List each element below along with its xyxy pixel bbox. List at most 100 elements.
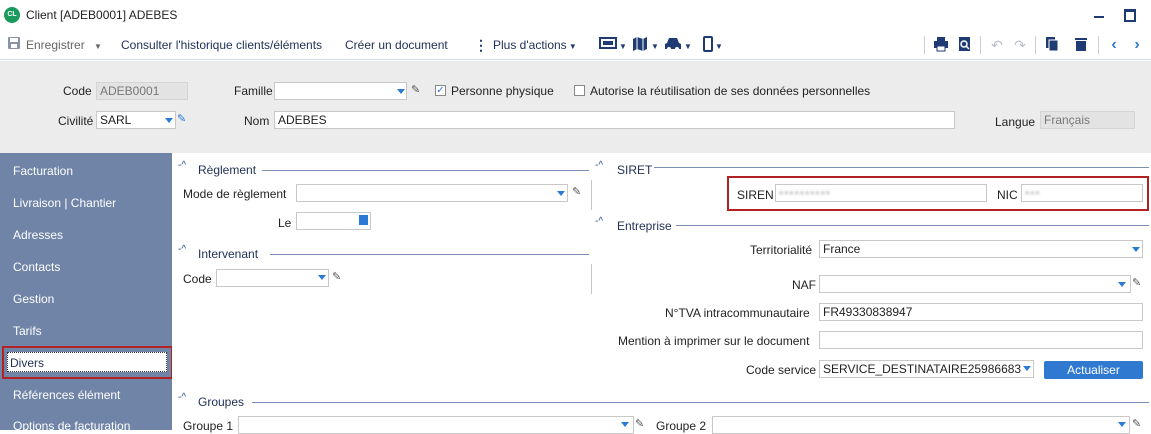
collapse-caret-icon[interactable]: -^ [178, 160, 186, 171]
previous-icon[interactable]: ‹ [1105, 36, 1123, 54]
more-actions-button[interactable]: Plus d'actions ▼ [493, 38, 577, 52]
highlight-annotation [727, 176, 1149, 211]
nom-field[interactable]: ADEBES [274, 111, 955, 129]
naf-select[interactable] [819, 275, 1131, 293]
sidebar-item-gestion[interactable]: Gestion [13, 292, 54, 306]
map-icon[interactable] [631, 36, 649, 54]
groupe1-label: Groupe 1 [183, 419, 234, 433]
sidebar-item-livraison[interactable]: Livraison | Chantier [13, 196, 116, 210]
app-logo-icon: CL [4, 7, 20, 23]
langue-label: Langue [995, 115, 1036, 129]
edit-pencil-icon[interactable]: ✎ [635, 417, 644, 430]
copy-icon[interactable] [1043, 36, 1061, 54]
dropdown-caret-icon [1118, 282, 1126, 287]
chevron-down-icon: ▼ [715, 42, 723, 51]
chevron-down-icon: ▼ [619, 42, 627, 51]
tva-label: N°TVA intracommunautaire [665, 306, 810, 320]
more-actions-label: Plus d'actions [493, 38, 567, 52]
save-icon [5, 36, 23, 54]
sidebar-item-references[interactable]: Références élément [13, 388, 120, 402]
sidebar-item-facturation[interactable]: Facturation [13, 164, 73, 178]
dropdown-caret-icon [621, 422, 629, 427]
toolbar-divider [1098, 36, 1099, 54]
delete-icon[interactable] [1072, 36, 1090, 54]
code-field: ADEB0001 [96, 82, 188, 100]
famille-select[interactable] [274, 82, 407, 100]
toolbar: Enregistrer ▼ Consulter l'historique cli… [0, 30, 1151, 60]
section-divider [654, 167, 1149, 168]
mode-reglement-select[interactable] [296, 184, 568, 202]
window-title: Client [ADEB0001] ADEBES [26, 8, 178, 22]
intervenant-code-label: Code [183, 272, 212, 286]
edit-pencil-icon[interactable]: ✎ [332, 270, 341, 283]
code-label: Code [63, 84, 92, 98]
dropdown-caret-icon [165, 118, 173, 123]
toolbar-divider [924, 36, 925, 54]
sidebar-item-options-facturation[interactable]: Options de facturation [13, 419, 130, 433]
maximize-button[interactable] [1118, 4, 1140, 24]
layout-view-icon[interactable] [599, 36, 617, 54]
collapse-caret-icon[interactable]: -^ [595, 160, 603, 171]
dropdown-caret-icon [1118, 422, 1126, 427]
save-label: Enregistrer [26, 38, 85, 52]
sidebar-item-contacts[interactable]: Contacts [13, 260, 60, 274]
edit-pencil-icon[interactable]: ✎ [177, 112, 186, 125]
collapse-caret-icon[interactable]: -^ [595, 216, 603, 227]
personne-physique-label: Personne physique [451, 84, 554, 98]
mention-field[interactable] [819, 331, 1143, 349]
calendar-icon[interactable] [359, 215, 368, 225]
entreprise-title: Entreprise [617, 219, 672, 233]
collapse-caret-icon[interactable]: -^ [178, 244, 186, 255]
chevron-down-icon: ▼ [94, 42, 102, 51]
reglement-title: Règlement [198, 163, 257, 177]
code-service-select[interactable]: SERVICE_DESTINATAIRE25986683 [819, 360, 1034, 378]
edit-pencil-icon[interactable]: ✎ [1132, 417, 1141, 430]
car-icon[interactable] [664, 36, 682, 54]
mention-label: Mention à imprimer sur le document [618, 334, 810, 348]
highlight-annotation [2, 346, 173, 379]
print-icon[interactable] [932, 36, 950, 54]
section-divider [270, 254, 589, 255]
edit-pencil-icon[interactable]: ✎ [1132, 276, 1141, 289]
column-divider [591, 180, 592, 210]
civilite-select[interactable]: SARL [96, 111, 176, 129]
column-divider [591, 264, 592, 294]
title-bar: CL Client [ADEB0001] ADEBES [0, 0, 1151, 30]
minimize-button[interactable] [1088, 4, 1110, 24]
groupes-title: Groupes [198, 395, 245, 409]
section-divider [676, 225, 1149, 226]
sidebar-item-tarifs[interactable]: Tarifs [13, 324, 42, 338]
groupe2-select[interactable] [712, 416, 1130, 434]
edit-pencil-icon[interactable]: ✎ [411, 83, 420, 96]
history-button[interactable]: Consulter l'historique clients/éléments [121, 38, 322, 52]
actualiser-button[interactable]: Actualiser [1044, 361, 1143, 379]
undo-icon[interactable]: ↶ [988, 36, 1006, 54]
dropdown-caret-icon [557, 191, 565, 196]
toolbar-divider [1035, 36, 1036, 54]
create-document-button[interactable]: Créer un document [345, 38, 448, 52]
groupe1-select[interactable] [238, 416, 634, 434]
tva-field[interactable]: FR49330838947 [819, 303, 1143, 321]
civilite-label: Civilité [58, 114, 94, 128]
dropdown-caret-icon [1132, 247, 1140, 252]
next-icon[interactable]: › [1128, 36, 1146, 54]
reuse-data-checkbox[interactable] [574, 85, 585, 96]
sidebar-item-adresses[interactable]: Adresses [13, 228, 63, 242]
section-divider [252, 402, 1149, 403]
collapse-caret-icon[interactable]: -^ [178, 392, 186, 403]
dropdown-caret-icon [397, 89, 405, 94]
famille-label: Famille [234, 84, 273, 98]
edit-pencil-icon[interactable]: ✎ [572, 185, 581, 198]
langue-field: Français [1040, 111, 1135, 129]
personne-physique-checkbox[interactable]: ✓ [435, 85, 446, 96]
toolbar-divider [980, 36, 981, 54]
section-divider [262, 170, 589, 171]
kebab-menu-icon: ⋮ [474, 37, 488, 53]
code-service-label: Code service [746, 363, 817, 377]
print-preview-icon[interactable] [956, 36, 974, 54]
territorialite-select[interactable]: France [819, 240, 1143, 258]
intervenant-code-select[interactable] [216, 269, 329, 287]
redo-icon[interactable]: ↷ [1011, 36, 1029, 54]
save-button[interactable]: Enregistrer ▼ [26, 38, 102, 52]
chevron-down-icon: ▼ [684, 42, 692, 51]
